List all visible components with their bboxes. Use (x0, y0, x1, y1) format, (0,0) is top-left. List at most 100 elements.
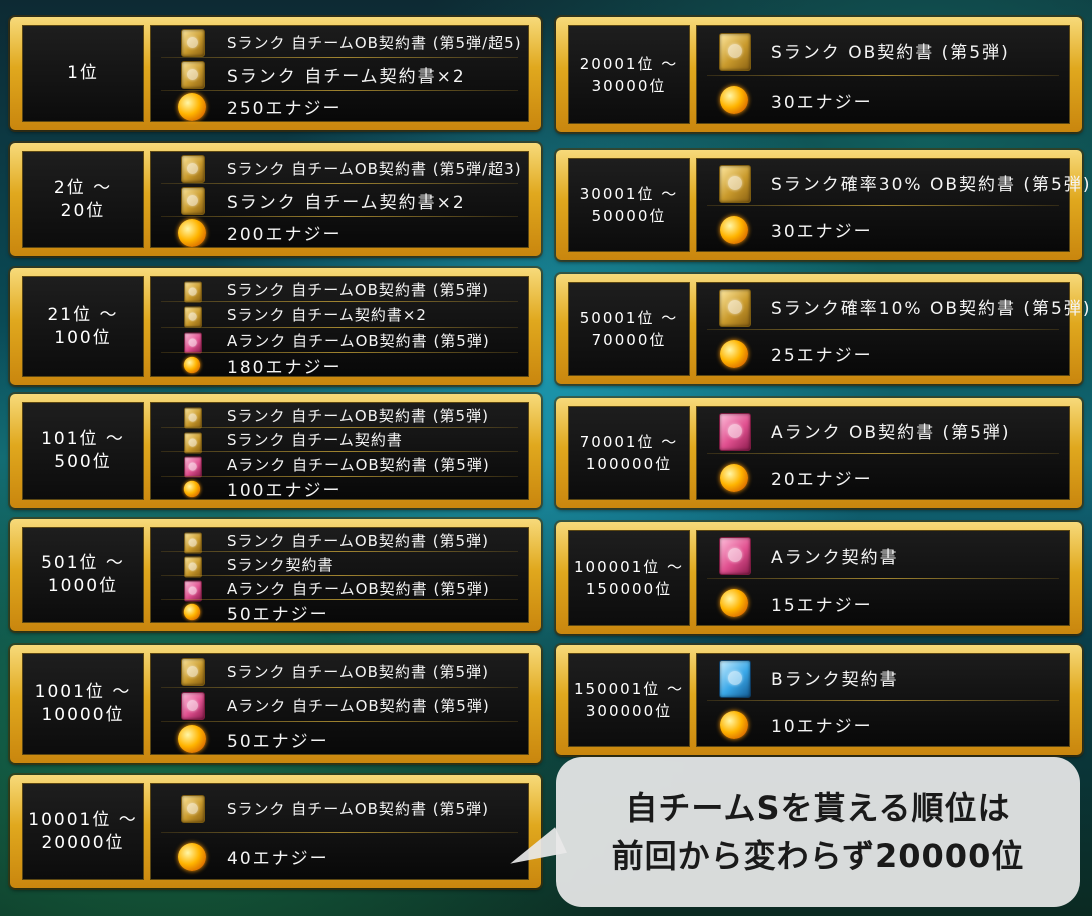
reward-item: Sランク OB契約書 (第5弾) (697, 26, 1069, 76)
reward-label: Sランク確率10% OB契約書 (第5弾) (771, 299, 1092, 319)
reward-label: Aランク OB契約書 (第5弾) (771, 423, 1011, 443)
reward-item: 50エナジー (151, 722, 528, 756)
reward-item: Sランク 自チームOB契約書 (第5弾) (151, 528, 528, 554)
rank-range-label: 50001位 ～ 70000位 (568, 282, 690, 376)
reward-list: Aランク OB契約書 (第5弾) 20エナジー (696, 406, 1070, 500)
energy-icon (178, 92, 206, 121)
s-rank-card-icon (719, 164, 751, 203)
reward-panel: 1001位 ～ 10000位 Sランク 自チームOB契約書 (第5弾) Aランク 自… (10, 645, 541, 763)
reward-panel: 10001位 ～ 20000位 Sランク 自チームOB契約書 (第5弾) 40エナジ… (10, 775, 541, 888)
reward-list: Sランク 自チームOB契約書 (第5弾) Sランク 自チーム契約書 Aランク 自チー… (150, 402, 529, 501)
energy-icon (183, 357, 201, 374)
reward-item: 50エナジー (151, 600, 528, 625)
s-rank-card-icon (181, 155, 205, 184)
reward-label: 20エナジー (771, 470, 873, 490)
left-reward-column: 1位 Sランク 自チームOB契約書 (第5弾/超5) Sランク 自チーム契約書×2 2… (0, 0, 552, 916)
reward-label: 15エナジー (771, 595, 873, 616)
energy-icon (720, 463, 748, 492)
energy-icon (178, 842, 206, 871)
reward-label: Sランク 自チームOB契約書 (第5弾) (227, 531, 489, 550)
reward-list: Bランク契約書 10エナジー (696, 653, 1070, 747)
reward-item: 20エナジー (697, 454, 1069, 501)
energy-icon (178, 725, 206, 753)
s-rank-card-icon (184, 306, 202, 328)
rank-range-label: 2位 ～ 20位 (22, 151, 144, 248)
reward-label: Aランク 自チームOB契約書 (第5弾) (227, 579, 490, 598)
reward-label: 30エナジー (771, 92, 873, 113)
reward-list: Sランク 自チームOB契約書 (第5弾/超5) Sランク 自チーム契約書×2 250… (150, 25, 529, 122)
reward-item: 40エナジー (151, 833, 528, 882)
rank-range-label: 20001位 ～ 30000位 (568, 25, 690, 124)
reward-item: Sランク 自チームOB契約書 (第5弾) (151, 277, 528, 303)
rank-range-label: 101位 ～ 500位 (22, 402, 144, 500)
reward-item: Sランク 自チームOB契約書 (第5弾) (151, 784, 528, 833)
reward-panel: 21位 ～ 100位 Sランク 自チームOB契約書 (第5弾) Sランク 自チーム契… (10, 268, 541, 385)
s-rank-card-icon (181, 29, 205, 58)
reward-label: Sランク 自チームOB契約書 (第5弾/超5) (227, 33, 522, 52)
s-rank-card-icon (184, 432, 202, 453)
reward-label: 50エナジー (227, 731, 329, 752)
reward-item: 200エナジー (151, 217, 528, 249)
reward-item: 100エナジー (151, 477, 528, 501)
reward-item: 30エナジー (697, 76, 1069, 126)
reward-item: Aランク OB契約書 (第5弾) (697, 407, 1069, 454)
a-rank-card-icon (184, 332, 202, 353)
reward-label: Sランク 自チーム契約書×2 (227, 192, 466, 213)
reward-label: 50エナジー (227, 604, 329, 625)
a-rank-card-icon (719, 412, 751, 451)
reward-label: Sランク 自チーム契約書 (227, 431, 403, 450)
s-rank-card-icon (181, 61, 205, 90)
reward-panel: 100001位 ～ 150000位 Aランク契約書 15エナジー (556, 522, 1082, 634)
s-rank-card-icon (181, 795, 205, 824)
speech-bubble: 自チームSを貰える順位は 前回から変わらず20000位 (556, 757, 1080, 907)
energy-icon (720, 589, 748, 617)
energy-icon (720, 215, 748, 244)
reward-item: Sランク 自チーム契約書×2 (151, 184, 528, 217)
reward-label: Sランク契約書 (227, 555, 334, 574)
reward-item: Sランク 自チーム契約書×2 (151, 302, 528, 328)
reward-list: Sランク 自チームOB契約書 (第5弾) Sランク 自チーム契約書×2 Aランク 自… (150, 276, 529, 378)
reward-label: Sランク 自チーム契約書×2 (227, 66, 466, 87)
reward-panel: 20001位 ～ 30000位 Sランク OB契約書 (第5弾) 30エナジー (556, 17, 1082, 132)
bubble-line-2: 前回から変わらず20000位 (611, 837, 1025, 875)
reward-label: 250エナジー (227, 99, 342, 120)
reward-label: 200エナジー (227, 225, 342, 246)
reward-panel: 101位 ～ 500位 Sランク 自チームOB契約書 (第5弾) Sランク 自チーム… (10, 394, 541, 508)
reward-label: Sランク 自チームOB契約書 (第5弾) (227, 281, 489, 300)
reward-label: 40エナジー (227, 849, 329, 870)
reward-item: Aランク 自チームOB契約書 (第5弾) (151, 452, 528, 478)
reward-item: 15エナジー (697, 579, 1069, 627)
reward-item: 180エナジー (151, 353, 528, 378)
reward-label: Aランク 自チームOB契約書 (第5弾) (227, 455, 490, 474)
reward-item: 10エナジー (697, 701, 1069, 748)
reward-item: Aランク 自チームOB契約書 (第5弾) (151, 688, 528, 722)
reward-item: 30エナジー (697, 206, 1069, 253)
reward-label: Aランク 自チームOB契約書 (第5弾) (227, 696, 490, 715)
reward-list: Sランク確率10% OB契約書 (第5弾) 25エナジー (696, 282, 1090, 377)
reward-item: 25エナジー (697, 330, 1069, 377)
reward-label: Sランク 自チームOB契約書 (第5弾) (227, 406, 489, 425)
reward-label: Sランク OB契約書 (第5弾) (771, 43, 1010, 64)
rank-range-label: 10001位 ～ 20000位 (22, 783, 144, 880)
reward-list: Sランク 自チームOB契約書 (第5弾) 40エナジー (150, 783, 529, 880)
reward-panel: 1位 Sランク 自チームOB契約書 (第5弾/超5) Sランク 自チーム契約書×2 2… (10, 17, 541, 130)
bubble-line-1: 自チームSを貰える順位は (625, 789, 1011, 827)
reward-item: Sランク 自チームOB契約書 (第5弾) (151, 654, 528, 688)
reward-item: Sランク 自チーム契約書×2 (151, 58, 528, 91)
a-rank-card-icon (719, 537, 751, 575)
reward-label: Bランク契約書 (771, 670, 899, 690)
energy-icon (720, 86, 748, 115)
rank-range-label: 100001位 ～ 150000位 (568, 530, 690, 626)
rank-range-label: 150001位 ～ 300000位 (568, 653, 690, 747)
reward-panel: 30001位 ～ 50000位 Sランク確率30% OB契約書 (第5弾) 30エナ… (556, 150, 1090, 260)
s-rank-card-icon (181, 658, 205, 686)
reward-item: 250エナジー (151, 91, 528, 123)
energy-icon (720, 339, 748, 368)
reward-list: Sランク OB契約書 (第5弾) 30エナジー (696, 25, 1070, 124)
b-rank-card-icon (719, 659, 751, 698)
s-rank-card-icon (184, 407, 202, 429)
energy-icon (183, 603, 201, 621)
reward-list: Sランク確率30% OB契約書 (第5弾) 30エナジー (696, 158, 1090, 253)
reward-label: 10エナジー (771, 717, 873, 737)
reward-list: Sランク 自チームOB契約書 (第5弾/超3) Sランク 自チーム契約書×2 200… (150, 151, 529, 248)
